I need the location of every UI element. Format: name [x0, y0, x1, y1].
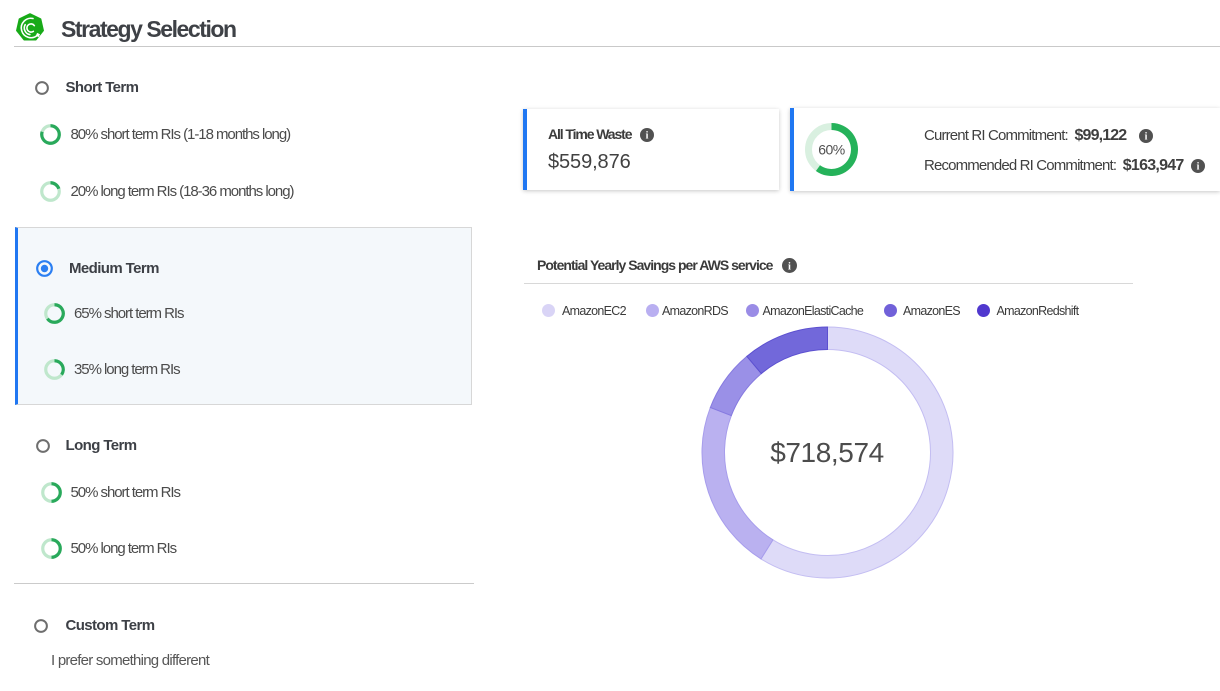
svg-text:60%: 60% [818, 142, 845, 158]
svg-text:i: i [1145, 132, 1148, 143]
svg-text:i: i [645, 130, 648, 141]
svg-text:i: i [1196, 162, 1199, 173]
svg-text:i: i [788, 261, 791, 272]
